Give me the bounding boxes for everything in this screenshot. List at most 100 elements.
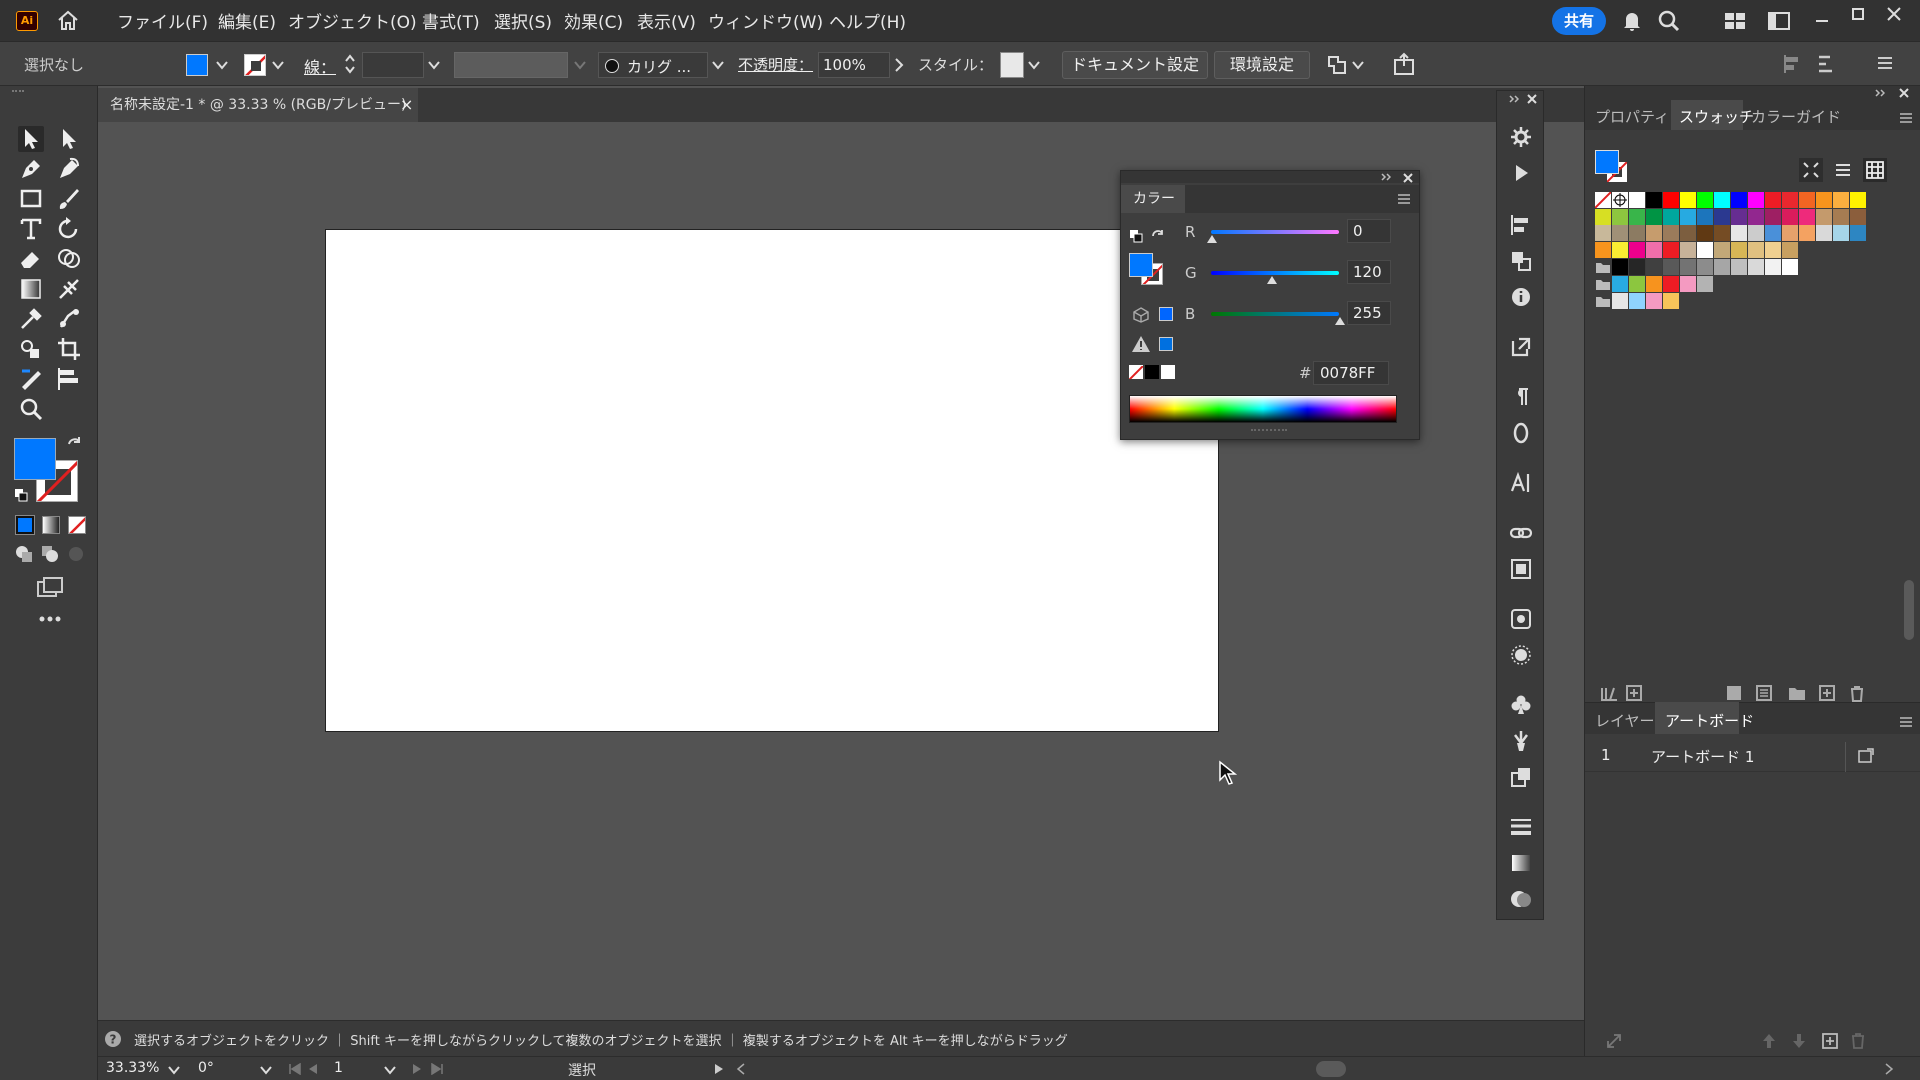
swatch[interactable] xyxy=(1799,192,1815,208)
swatch[interactable] xyxy=(1646,242,1662,258)
panel-menu-icon[interactable] xyxy=(1899,112,1913,124)
bell-icon[interactable] xyxy=(1622,10,1642,32)
swatch[interactable] xyxy=(1816,225,1832,241)
brush-definition[interactable]: カリグ ... xyxy=(598,52,708,78)
swatch[interactable] xyxy=(1697,276,1713,292)
delete-artboard-icon[interactable] xyxy=(1849,1032,1867,1050)
swatch[interactable] xyxy=(1646,192,1662,208)
b-slider-thumb[interactable] xyxy=(1335,317,1345,325)
swatch[interactable] xyxy=(1663,209,1679,225)
character-styles-icon[interactable] xyxy=(1509,471,1533,495)
artboard-row[interactable]: 1 アートボード 1 xyxy=(1585,742,1920,772)
swatch[interactable] xyxy=(1629,276,1645,292)
chevron-down-icon[interactable] xyxy=(428,60,440,70)
direct-selection-tool-icon[interactable] xyxy=(56,126,82,152)
default-colors-icon[interactable] xyxy=(1129,229,1143,243)
paragraph-icon[interactable] xyxy=(1509,385,1533,409)
more-tools-icon[interactable] xyxy=(38,614,62,624)
swatch[interactable] xyxy=(1663,276,1679,292)
swatch[interactable] xyxy=(1765,192,1781,208)
gradient-tool-icon[interactable] xyxy=(18,276,44,302)
swatch[interactable] xyxy=(1680,209,1696,225)
properties-gear-icon[interactable] xyxy=(1509,125,1533,149)
color-group-icon[interactable] xyxy=(1755,684,1775,702)
pen-tool-icon[interactable] xyxy=(18,156,44,182)
swatch[interactable] xyxy=(1833,225,1849,241)
swatch[interactable] xyxy=(1612,242,1628,258)
swatch[interactable] xyxy=(1714,192,1730,208)
swatch[interactable] xyxy=(1765,259,1781,275)
color-group-folder-icon[interactable] xyxy=(1595,259,1611,275)
stroke-swatch[interactable] xyxy=(244,54,266,76)
swatch[interactable] xyxy=(1697,242,1713,258)
last-artboard-icon[interactable] xyxy=(430,1063,444,1075)
swatch[interactable] xyxy=(1680,225,1696,241)
color-group-folder-icon[interactable] xyxy=(1595,293,1611,309)
swatch[interactable] xyxy=(1629,293,1645,309)
swatch[interactable] xyxy=(1765,242,1781,258)
swatch[interactable] xyxy=(1697,225,1713,241)
swatch[interactable] xyxy=(1816,192,1832,208)
align-panel-icon[interactable] xyxy=(1509,213,1533,237)
swatch[interactable] xyxy=(1748,209,1764,225)
swatch[interactable] xyxy=(1731,192,1747,208)
draw-inside-icon[interactable] xyxy=(66,544,86,564)
align-icon[interactable] xyxy=(1784,54,1804,74)
swap-colors-icon[interactable] xyxy=(1151,229,1165,243)
rectangle-tool-icon[interactable] xyxy=(18,186,44,212)
swatch[interactable] xyxy=(1782,192,1798,208)
swatch[interactable] xyxy=(1646,225,1662,241)
default-fill-stroke-icon[interactable] xyxy=(14,488,28,502)
fill-color-box-front[interactable] xyxy=(14,438,56,480)
g-value-field[interactable]: 120 xyxy=(1347,260,1391,284)
close-panel-icon[interactable] xyxy=(1403,173,1413,183)
chevron-down-icon[interactable] xyxy=(260,1065,272,1075)
swatch[interactable] xyxy=(1629,242,1645,258)
share-button[interactable]: 共有 xyxy=(1552,7,1606,35)
swatch[interactable] xyxy=(1731,242,1747,258)
close-window-icon[interactable] xyxy=(1886,6,1902,22)
swatch[interactable] xyxy=(1697,209,1713,225)
first-artboard-icon[interactable] xyxy=(288,1063,302,1075)
appearance-sun-icon[interactable] xyxy=(1509,643,1533,667)
chevron-down-icon[interactable] xyxy=(1028,60,1040,70)
swatch[interactable] xyxy=(1629,225,1645,241)
stroke-weight-field[interactable] xyxy=(362,52,424,78)
chevron-down-icon[interactable] xyxy=(384,1065,396,1075)
show-kinds-icon[interactable] xyxy=(1799,158,1823,182)
search-icon[interactable] xyxy=(1658,10,1680,32)
swatch[interactable] xyxy=(1782,209,1798,225)
selection-tool-icon[interactable] xyxy=(18,126,44,152)
g-slider[interactable] xyxy=(1211,271,1339,275)
close-dock-icon[interactable] xyxy=(1899,88,1909,98)
swatch[interactable] xyxy=(1799,209,1815,225)
swatch[interactable] xyxy=(1748,192,1764,208)
swatch[interactable] xyxy=(1748,242,1764,258)
arrange-documents-icon[interactable] xyxy=(1768,12,1790,30)
links-icon[interactable] xyxy=(1509,521,1533,545)
black-color-swatch[interactable] xyxy=(1145,365,1159,379)
maximize-icon[interactable] xyxy=(1850,6,1866,22)
swatch[interactable] xyxy=(1595,242,1611,258)
b-slider[interactable] xyxy=(1211,312,1339,316)
tab-swatches[interactable]: スウォッチ xyxy=(1679,106,1754,127)
chevron-down-icon[interactable] xyxy=(168,1065,180,1075)
swatch[interactable] xyxy=(1663,242,1679,258)
opacity-field[interactable]: 100% xyxy=(818,52,890,78)
swatch[interactable] xyxy=(1646,259,1662,275)
swatch[interactable] xyxy=(1663,192,1679,208)
g-slider-thumb[interactable] xyxy=(1267,276,1277,284)
chevron-down-icon[interactable] xyxy=(712,60,724,70)
home-icon[interactable] xyxy=(56,9,80,31)
graphic-styles-icon[interactable] xyxy=(1509,765,1533,789)
blend-tool-icon[interactable] xyxy=(56,306,82,332)
zoom-field[interactable]: 33.33% xyxy=(106,1060,159,1076)
previous-artboard-icon[interactable] xyxy=(308,1063,318,1075)
document-tab[interactable]: 名称未設定-1 * @ 33.33 % (RGB/プレビュー) × xyxy=(98,88,418,122)
gamut-warning-icon[interactable] xyxy=(1131,335,1151,353)
next-artboard-icon[interactable] xyxy=(412,1063,422,1075)
swatch[interactable] xyxy=(1646,209,1662,225)
swatch[interactable] xyxy=(1680,192,1696,208)
zoom-tool-icon[interactable] xyxy=(18,396,44,422)
new-artboard-icon[interactable] xyxy=(1821,1032,1839,1050)
